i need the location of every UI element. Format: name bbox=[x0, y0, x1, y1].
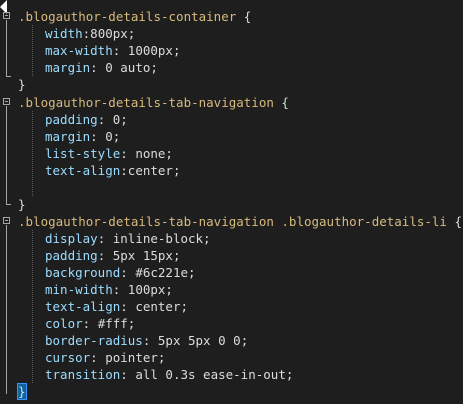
code-line-selector[interactable]: .blogauthor-details-tab-navigation { bbox=[18, 94, 289, 111]
code-editor[interactable]: .blogauthor-details-container { width:80… bbox=[0, 0, 463, 404]
open-brace: { bbox=[454, 214, 463, 229]
css-property: color bbox=[45, 316, 83, 331]
css-property: text-align bbox=[45, 163, 121, 178]
fold-guide-end bbox=[6, 204, 11, 205]
fold-guide bbox=[6, 20, 7, 76]
code-line-close[interactable]: } bbox=[18, 196, 26, 213]
code-line-declaration[interactable]: text-align: center; bbox=[18, 298, 188, 315]
close-brace: } bbox=[17, 383, 27, 400]
fold-guide-end bbox=[6, 76, 11, 77]
code-line-declaration[interactable]: color: #fff; bbox=[18, 315, 135, 332]
css-value: 0 auto; bbox=[105, 60, 158, 75]
css-property: max-width bbox=[45, 43, 113, 58]
close-brace: } bbox=[18, 197, 26, 212]
open-brace: { bbox=[243, 9, 252, 24]
css-value: all 0.3s ease-in-out; bbox=[135, 367, 294, 382]
css-value: #6c221e; bbox=[135, 265, 196, 280]
css-selector: .blogauthor-details-tab-navigation bbox=[18, 95, 274, 110]
code-line-declaration[interactable]: max-width: 1000px; bbox=[18, 42, 180, 59]
css-value: 800px; bbox=[90, 26, 136, 41]
code-line-declaration[interactable]: text-align:center; bbox=[18, 162, 180, 179]
css-value: 1000px; bbox=[127, 43, 181, 58]
code-line-declaration[interactable]: list-style: none; bbox=[18, 145, 173, 162]
css-separator: : bbox=[142, 333, 158, 348]
css-value: none; bbox=[135, 146, 173, 161]
css-property: display bbox=[45, 231, 98, 246]
open-brace: { bbox=[281, 95, 289, 110]
css-separator: : bbox=[120, 367, 136, 382]
code-line-declaration[interactable]: background: #6c221e; bbox=[18, 264, 196, 281]
css-separator: : bbox=[90, 60, 106, 75]
css-value: 5px 5px 0 0; bbox=[157, 333, 249, 348]
css-separator: : bbox=[90, 129, 106, 144]
code-line-declaration[interactable]: padding: 0; bbox=[18, 111, 128, 128]
fold-guide bbox=[6, 225, 7, 394]
css-separator: : bbox=[97, 231, 113, 246]
css-property: text-align bbox=[45, 299, 121, 314]
css-property: list-style bbox=[45, 146, 121, 161]
code-line-declaration[interactable]: padding: 5px 15px; bbox=[18, 247, 180, 264]
code-line-selector[interactable]: .blogauthor-details-container { bbox=[18, 8, 251, 25]
fold-collapse-icon[interactable] bbox=[0, 8, 18, 25]
code-line-declaration[interactable]: cursor: pointer; bbox=[18, 349, 165, 366]
css-value: center; bbox=[135, 299, 189, 314]
css-separator: : bbox=[120, 299, 136, 314]
css-property: width bbox=[45, 26, 83, 41]
code-line-declaration[interactable]: min-width: 100px; bbox=[18, 281, 173, 298]
css-property: padding bbox=[45, 248, 98, 263]
code-line-declaration[interactable]: margin: 0 auto; bbox=[18, 59, 158, 76]
fold-collapse-icon[interactable] bbox=[0, 213, 18, 230]
css-property: margin bbox=[45, 129, 91, 144]
fold-guide bbox=[6, 106, 7, 204]
css-separator: : bbox=[97, 248, 113, 263]
close-brace: } bbox=[18, 77, 26, 92]
fold-collapse-icon[interactable] bbox=[0, 94, 18, 111]
css-separator: : bbox=[112, 282, 128, 297]
css-separator: : bbox=[120, 265, 136, 280]
css-value: 5px 15px; bbox=[112, 248, 181, 263]
css-property: border-radius bbox=[45, 333, 143, 348]
css-property: transition bbox=[45, 367, 121, 382]
css-separator: : bbox=[90, 350, 106, 365]
css-value: #fff; bbox=[97, 316, 136, 331]
css-value: 100px; bbox=[127, 282, 173, 297]
css-separator: : bbox=[112, 43, 128, 58]
css-value: 0; bbox=[105, 129, 121, 144]
css-value: inline-block; bbox=[112, 231, 211, 246]
css-property: background bbox=[45, 265, 121, 280]
code-line-selector[interactable]: .blogauthor-details-tab-navigation .blog… bbox=[18, 213, 462, 230]
code-line-declaration[interactable]: display: inline-block; bbox=[18, 230, 211, 247]
css-selector: .blogauthor-details-container bbox=[18, 9, 237, 24]
css-selector: .blogauthor-details-tab-navigation .blog… bbox=[18, 214, 447, 229]
css-separator: : bbox=[120, 163, 128, 178]
code-line-close[interactable]: } bbox=[18, 76, 26, 93]
css-value: 0; bbox=[112, 112, 128, 127]
css-value: pointer; bbox=[105, 350, 166, 365]
css-property: cursor bbox=[45, 350, 91, 365]
css-value: center; bbox=[127, 163, 181, 178]
css-separator: : bbox=[82, 316, 98, 331]
code-line-declaration[interactable]: width:800px; bbox=[18, 25, 135, 42]
css-separator: : bbox=[97, 112, 113, 127]
code-line-declaration[interactable]: margin: 0; bbox=[18, 128, 120, 145]
css-separator: : bbox=[120, 146, 136, 161]
css-property: padding bbox=[45, 112, 98, 127]
code-line-declaration[interactable]: transition: all 0.3s ease-in-out; bbox=[18, 366, 293, 383]
code-line-declaration[interactable]: border-radius: 5px 5px 0 0; bbox=[18, 332, 248, 349]
code-line-close[interactable]: } bbox=[17, 383, 27, 400]
css-property: margin bbox=[45, 60, 91, 75]
css-property: min-width bbox=[45, 282, 113, 297]
